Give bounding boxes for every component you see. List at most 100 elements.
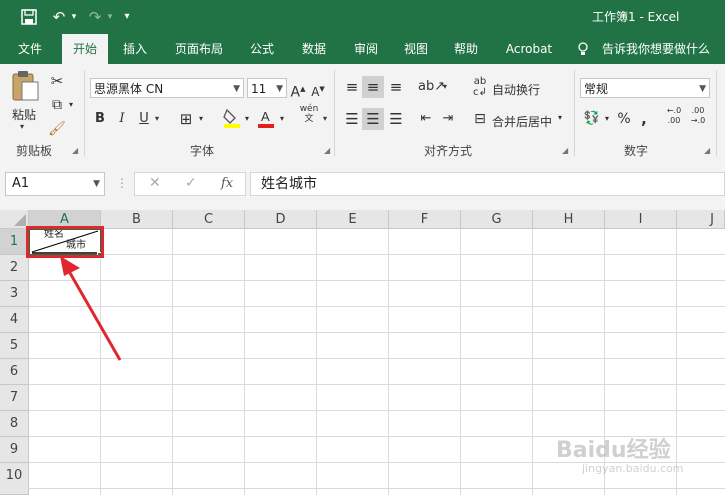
row-header-10[interactable]: 10 <box>0 463 29 495</box>
font-name-select[interactable]: 思源黑体 CN ▼ <box>90 78 244 98</box>
column-header-j[interactable]: J <box>677 210 725 229</box>
column-header-b[interactable]: B <box>101 210 173 229</box>
row-header-3[interactable]: 3 <box>0 281 29 307</box>
redo-icon[interactable]: ↷ <box>84 6 106 28</box>
copy-dropdown-icon[interactable]: ▾ <box>66 94 76 116</box>
font-size-select[interactable]: 11 ▼ <box>247 78 287 98</box>
align-top-icon[interactable]: ≡ <box>342 76 362 98</box>
merge-dropdown-icon[interactable]: ▾ <box>558 113 562 122</box>
merge-center-button[interactable]: 合并后居中 <box>492 113 552 130</box>
column-header-c[interactable]: C <box>173 210 245 229</box>
clipboard-launcher-icon[interactable]: ◢ <box>72 146 78 155</box>
drag-handle-icon[interactable]: ⋮ <box>116 176 128 190</box>
paste-icon[interactable] <box>10 70 40 104</box>
column-header-f[interactable]: F <box>389 210 461 229</box>
tab-review[interactable]: 审阅 <box>344 34 388 64</box>
bold-button[interactable]: B <box>92 108 108 130</box>
select-all-corner[interactable] <box>0 210 29 229</box>
align-middle-icon[interactable]: ≡ <box>362 76 384 98</box>
phonetic-dropdown-icon[interactable]: ▾ <box>320 108 330 130</box>
chevron-down-icon: ▼ <box>233 84 240 94</box>
redo-dropdown-icon[interactable]: ▾ <box>104 6 116 28</box>
row-header-9[interactable]: 9 <box>0 437 29 463</box>
decrease-decimal-button[interactable]: .00 →.0 <box>688 106 708 128</box>
borders-icon[interactable]: ⊞ <box>176 108 196 130</box>
row-header-1[interactable]: 1 <box>0 229 29 255</box>
fill-color-icon[interactable] <box>222 108 242 130</box>
alignment-launcher-icon[interactable]: ◢ <box>562 146 568 155</box>
wrap-text-icon[interactable]: ab c↲ <box>470 76 490 98</box>
undo-icon[interactable]: ↶ <box>48 6 70 28</box>
font-launcher-icon[interactable]: ◢ <box>324 146 330 155</box>
cancel-icon[interactable]: ✕ <box>149 175 161 191</box>
align-bottom-icon[interactable]: ≡ <box>386 76 406 98</box>
row-header-6[interactable]: 6 <box>0 359 29 385</box>
tab-file[interactable]: 文件 <box>8 34 52 64</box>
cut-icon[interactable]: ✂ <box>46 70 68 92</box>
increase-font-icon[interactable]: A▲ <box>290 78 306 101</box>
font-color-icon[interactable]: A <box>256 108 276 130</box>
increase-decimal-button[interactable]: ←.0 .00 <box>664 106 684 128</box>
lightbulb-icon[interactable] <box>574 34 592 64</box>
comma-button[interactable]: , <box>636 108 652 130</box>
number-format-select[interactable]: 常规 ▼ <box>580 78 710 98</box>
phonetic-label: wén <box>299 104 319 114</box>
orientation-dropdown-icon[interactable]: ▾ <box>440 76 450 98</box>
customize-toolbar-icon[interactable]: ▾ <box>120 6 134 28</box>
column-header-i[interactable]: I <box>605 210 677 229</box>
column-header-h[interactable]: H <box>533 210 605 229</box>
undo-dropdown-icon[interactable]: ▾ <box>68 6 80 28</box>
font-color-dropdown-icon[interactable]: ▾ <box>277 108 287 130</box>
save-icon[interactable] <box>18 6 40 28</box>
italic-button[interactable]: I <box>114 108 130 130</box>
fill-color-dropdown-icon[interactable]: ▾ <box>242 108 252 130</box>
name-box[interactable]: A1 ▼ <box>5 172 105 196</box>
column-header-g[interactable]: G <box>461 210 533 229</box>
underline-dropdown-icon[interactable]: ▾ <box>152 108 162 130</box>
underline-button[interactable]: U <box>136 108 152 130</box>
tab-formulas[interactable]: 公式 <box>240 34 284 64</box>
number-launcher-icon[interactable]: ◢ <box>704 146 710 155</box>
enter-icon[interactable]: ✓ <box>185 175 197 191</box>
column-header-e[interactable]: E <box>317 210 389 229</box>
phonetic-icon[interactable]: wén 文 <box>298 104 320 126</box>
paste-label[interactable]: 粘贴 <box>12 106 36 123</box>
tab-acrobat[interactable]: Acrobat <box>498 34 560 64</box>
paste-dropdown-icon[interactable]: ▾ <box>20 122 24 131</box>
borders-dropdown-icon[interactable]: ▾ <box>196 108 206 130</box>
gridline <box>532 229 533 495</box>
copy-icon[interactable]: ⧉ <box>46 94 68 116</box>
decrease-font-icon[interactable]: A▼ <box>310 78 326 100</box>
orientation-icon[interactable]: ab↗ <box>418 76 445 98</box>
merge-center-icon[interactable]: ⊟ <box>470 108 490 130</box>
row-header-5[interactable]: 5 <box>0 333 29 359</box>
row-header-4[interactable]: 4 <box>0 307 29 333</box>
accounting-format-icon[interactable]: 💱 <box>582 108 602 130</box>
tell-me-search[interactable]: 告诉我你想要做什么 <box>594 34 718 64</box>
tab-home[interactable]: 开始 <box>62 34 108 64</box>
decrease-indent-icon[interactable]: ⇤ <box>416 108 436 130</box>
tab-page-layout[interactable]: 页面布局 <box>168 34 230 64</box>
insert-function-button[interactable]: fx <box>221 176 233 191</box>
tab-data[interactable]: 数据 <box>292 34 336 64</box>
percent-button[interactable]: % <box>614 108 634 130</box>
increase-indent-icon[interactable]: ⇥ <box>438 108 458 130</box>
tab-insert[interactable]: 插入 <box>112 34 158 64</box>
spreadsheet-grid[interactable]: A B C D E F G H I J 1 2 3 4 5 6 7 8 9 10… <box>0 210 725 495</box>
row-header-8[interactable]: 8 <box>0 411 29 437</box>
tab-help[interactable]: 帮助 <box>444 34 488 64</box>
chevron-down-icon: ▼ <box>699 84 706 94</box>
column-header-d[interactable]: D <box>245 210 317 229</box>
align-center-icon[interactable]: ☰ <box>362 108 384 130</box>
wrap-text-button[interactable]: 自动换行 <box>492 81 540 98</box>
tab-view[interactable]: 视图 <box>394 34 438 64</box>
accounting-dropdown-icon[interactable]: ▾ <box>602 108 612 130</box>
formula-input[interactable]: 姓名城市 <box>250 172 725 196</box>
align-right-icon[interactable]: ☰ <box>386 108 406 130</box>
row-header-2[interactable]: 2 <box>0 255 29 281</box>
gridline <box>29 306 725 307</box>
gridline <box>29 332 725 333</box>
format-painter-icon[interactable]: 🖌 <box>46 118 68 140</box>
row-header-7[interactable]: 7 <box>0 385 29 411</box>
align-left-icon[interactable]: ☰ <box>342 108 362 130</box>
